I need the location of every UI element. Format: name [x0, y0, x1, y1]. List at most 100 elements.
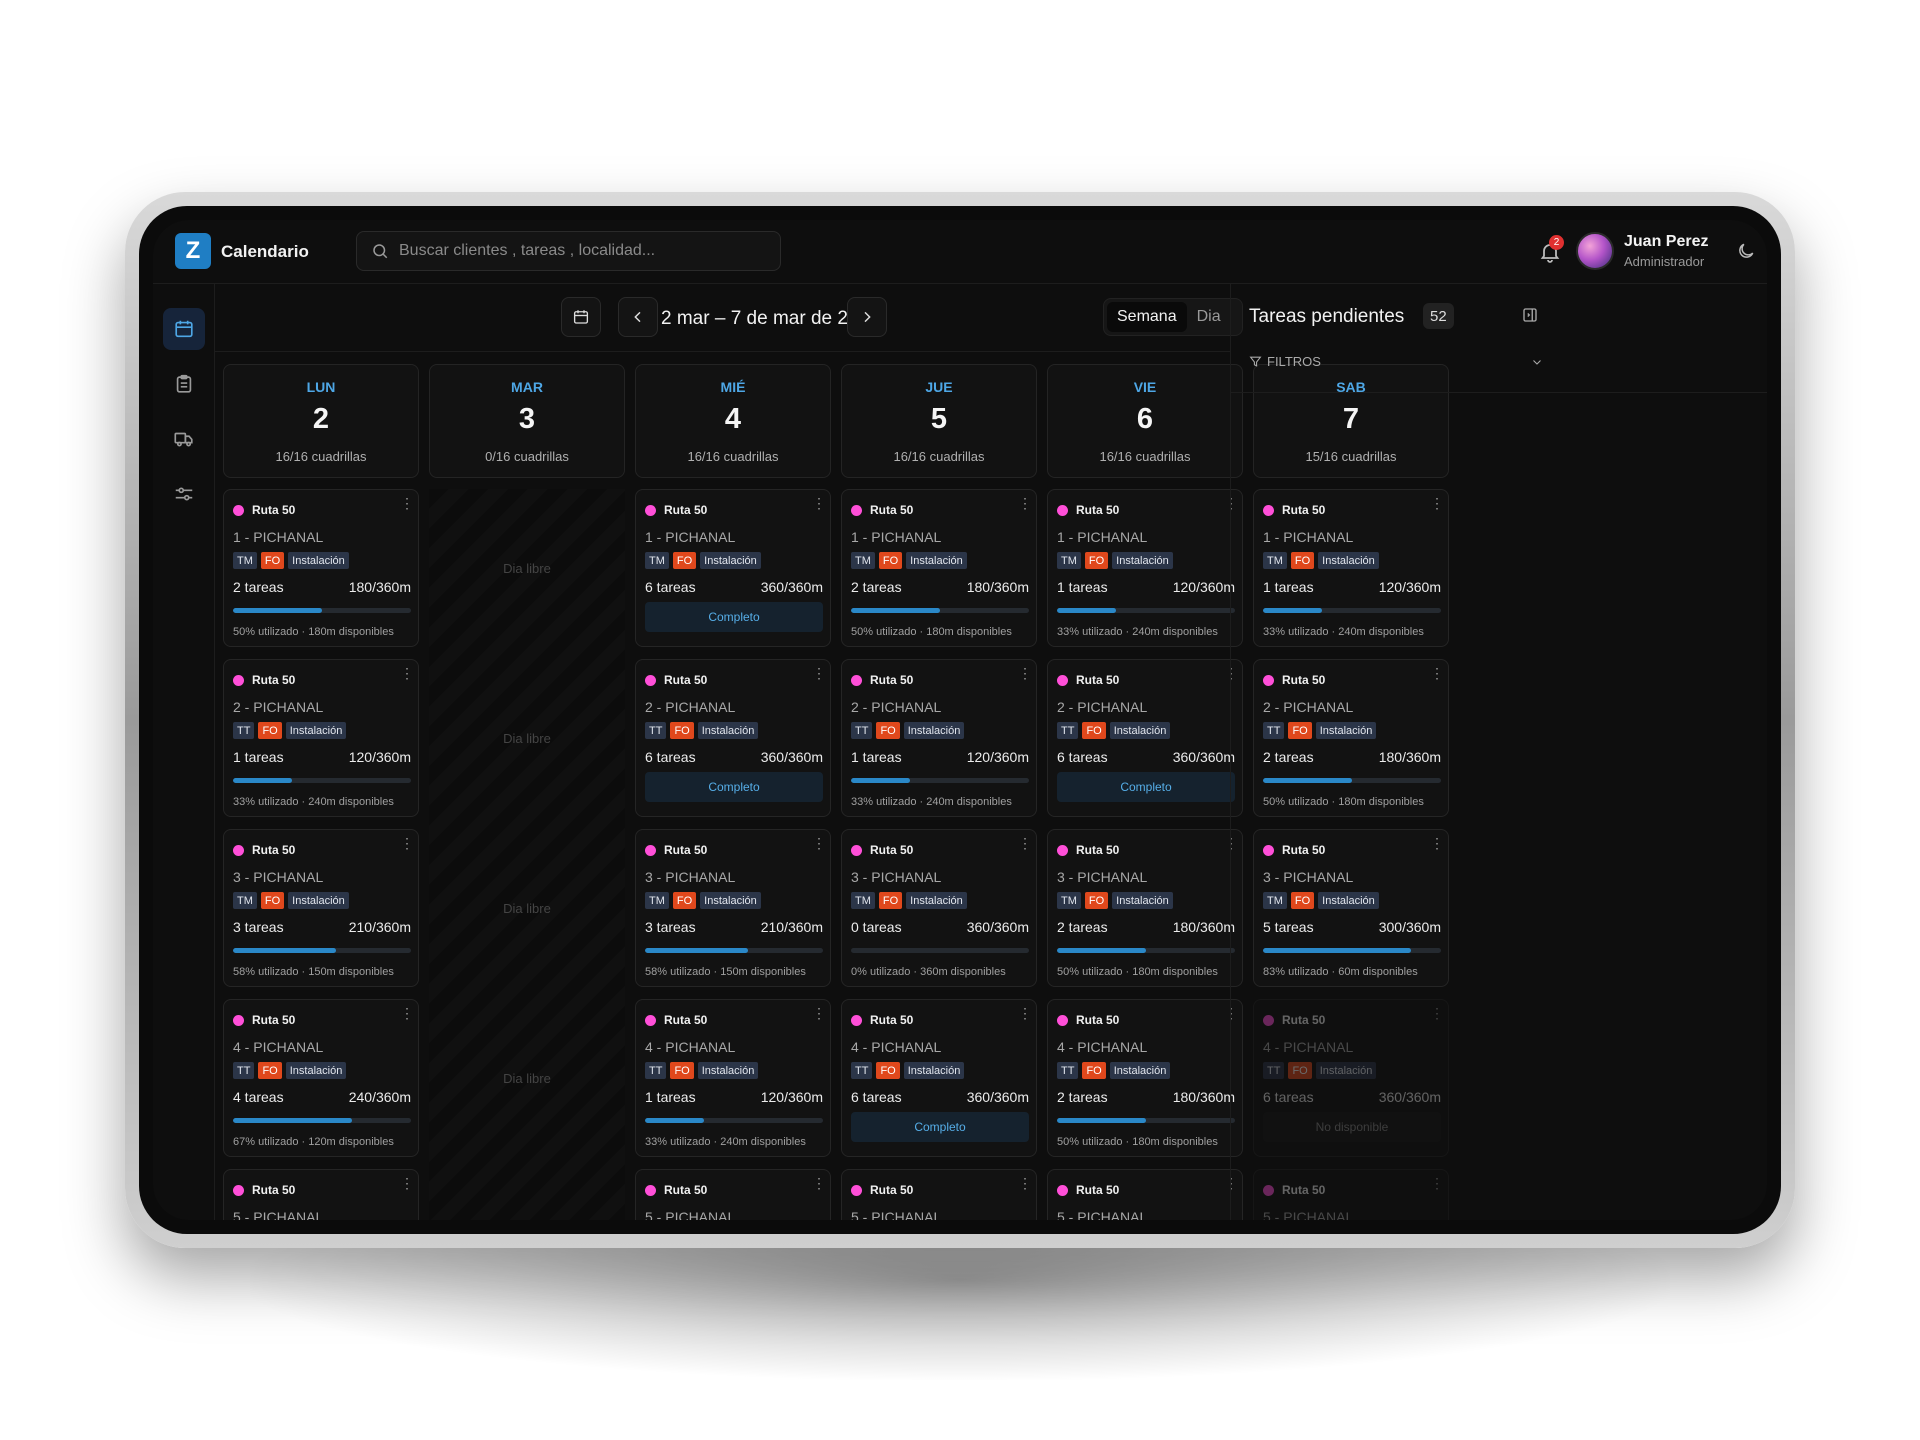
crew-card[interactable]: Ruta 50 ⋮ 1 - PICHANAL TM FO Instalación 2 tar…	[223, 489, 419, 647]
sidebar-item-vehicles[interactable]	[163, 418, 205, 460]
crew-card[interactable]: Ruta 50 ⋮ 4 - PICHANAL TT FO Instalación 4 tar…	[223, 999, 419, 1157]
day-header[interactable]: JUE 5 16/16 cuadrillas	[841, 364, 1037, 478]
crew-card[interactable]: Ruta 50 ⋮ 2 - PICHANAL TT FO Instalación 6 tar…	[1047, 659, 1243, 817]
chevron-left-icon	[634, 311, 641, 323]
crew-card[interactable]: Ruta 50 ⋮ 4 - PICHANAL TT FO Instalación 6 tar…	[841, 999, 1037, 1157]
user-name[interactable]: Juan Perez	[1624, 233, 1708, 251]
date-picker-button[interactable]	[561, 297, 601, 337]
crew-card[interactable]: Ruta 50⋮5 - PICHANALTMFOInstalación	[1047, 1169, 1243, 1220]
more-vertical-icon[interactable]: ⋮	[812, 836, 826, 850]
sidebar-item-tasks[interactable]	[163, 363, 205, 405]
more-vertical-icon[interactable]: ⋮	[812, 666, 826, 680]
route-color-dot	[645, 1185, 656, 1196]
day-header[interactable]: LUN 2 16/16 cuadrillas	[223, 364, 419, 478]
more-vertical-icon[interactable]: ⋮	[812, 1176, 826, 1190]
day-header[interactable]: VIE 6 16/16 cuadrillas	[1047, 364, 1243, 478]
route-color-dot	[645, 845, 656, 856]
crew-card[interactable]: Ruta 50 ⋮ 3 - PICHANAL TM FO Instalación 3 tar…	[635, 829, 831, 987]
more-vertical-icon[interactable]: ⋮	[1018, 836, 1032, 850]
service-tag: Instalación	[1109, 722, 1171, 739]
route-color-dot	[851, 1015, 862, 1026]
next-week-button[interactable]	[847, 297, 887, 337]
route-color-dot	[645, 505, 656, 516]
service-tag: Instalación	[903, 722, 965, 739]
more-vertical-icon[interactable]: ⋮	[1018, 1006, 1032, 1020]
day-number: 2	[312, 403, 330, 435]
sidebar-item-settings[interactable]	[163, 473, 205, 515]
task-count: 2 tareas	[233, 579, 284, 595]
chevron-down-icon[interactable]	[1531, 356, 1543, 368]
crew-card[interactable]: Ruta 50⋮5 - PICHANALTMFOInstalación	[223, 1169, 419, 1220]
crew-name: 3 - PICHANAL	[851, 869, 942, 885]
route-label: Ruta 50	[1076, 1013, 1120, 1027]
crew-tags: TT FO Instalación	[1057, 1062, 1171, 1079]
more-vertical-icon[interactable]: ⋮	[1018, 666, 1032, 680]
status-badge: Completo	[645, 602, 823, 632]
crew-card[interactable]: Ruta 50 ⋮ 3 - PICHANAL TM FO Instalación 0 tar…	[841, 829, 1037, 987]
capacity-minutes: 180/360m	[348, 579, 411, 595]
crew-card[interactable]: Ruta 50 ⋮ 1 - PICHANAL TM FO Instalación 6 tar…	[635, 489, 831, 647]
type-tag: FO	[1084, 552, 1109, 569]
status-badge: Completo	[1057, 772, 1235, 802]
search-input[interactable]	[399, 242, 759, 260]
crew-card[interactable]: Ruta 50 ⋮ 2 - PICHANAL TT FO Instalación 1 tar…	[223, 659, 419, 817]
crew-card[interactable]: Ruta 50 ⋮ 2 - PICHANAL TT FO Instalación 6 tar…	[635, 659, 831, 817]
crew-name: 5 - PICHANAL	[645, 1209, 736, 1220]
day-name: MIÉ	[720, 379, 746, 395]
sidebar-item-calendar[interactable]	[163, 308, 205, 350]
more-vertical-icon[interactable]: ⋮	[400, 666, 414, 680]
utilization-fill	[233, 948, 337, 953]
service-tag: Instalación	[697, 722, 759, 739]
crew-tags: TM FO Instalación	[233, 892, 349, 909]
search-box[interactable]	[356, 231, 781, 271]
crew-card[interactable]: Ruta 50 ⋮ 3 - PICHANAL TM FO Instalación 3 tar…	[223, 829, 419, 987]
crew-card[interactable]: Ruta 50 ⋮ 2 - PICHANAL TT FO Instalación 1 tar…	[841, 659, 1037, 817]
crew-card[interactable]: Ruta 50 ⋮ 4 - PICHANAL TT FO Instalación 1 tar…	[635, 999, 831, 1157]
utilization-text: 50% utilizado · 180m disponibles	[1057, 1136, 1218, 1148]
crew-card[interactable]: Ruta 50 ⋮ 4 - PICHANAL TT FO Instalación 2 tar…	[1047, 999, 1243, 1157]
view-day-button[interactable]: Dia	[1187, 302, 1231, 332]
crew-card[interactable]: Ruta 50 ⋮ 1 - PICHANAL TM FO Instalación 2 tar…	[841, 489, 1037, 647]
notification-badge: 2	[1549, 235, 1564, 250]
utilization-bar	[233, 778, 411, 783]
service-tag: Instalación	[285, 1062, 347, 1079]
more-vertical-icon[interactable]: ⋮	[400, 836, 414, 850]
filter-icon	[1249, 356, 1262, 367]
panel-divider	[1231, 392, 1767, 393]
app-logo[interactable]: Z	[175, 233, 211, 269]
crew-card[interactable]: Ruta 50 ⋮ 3 - PICHANAL TM FO Instalación 2 tar…	[1047, 829, 1243, 987]
prev-week-button[interactable]	[618, 297, 658, 337]
panel-collapse-icon[interactable]	[1521, 306, 1539, 324]
crew-card[interactable]: Ruta 50 ⋮ 1 - PICHANAL TM FO Instalación 1 tar…	[1047, 489, 1243, 647]
day-header[interactable]: MIÉ 4 16/16 cuadrillas	[635, 364, 831, 478]
crew-card[interactable]: Ruta 50⋮5 - PICHANALTMFOInstalación	[841, 1169, 1037, 1220]
day-column: JUE 5 16/16 cuadrillas Ruta 50 ⋮ 1 - PICHANAL…	[841, 364, 1037, 1220]
day-header[interactable]: MAR 3 0/16 cuadrillas	[429, 364, 625, 478]
capacity-minutes: 120/360m	[966, 749, 1029, 765]
route-label: Ruta 50	[1076, 673, 1120, 687]
capacity-minutes: 360/360m	[1172, 749, 1235, 765]
view-week-button[interactable]: Semana	[1107, 302, 1187, 332]
task-count: 6 tareas	[645, 749, 696, 765]
crew-card[interactable]: Ruta 50⋮5 - PICHANALTMFOInstalación	[635, 1169, 831, 1220]
more-vertical-icon[interactable]: ⋮	[1018, 1176, 1032, 1190]
utilization-text: 0% utilizado · 360m disponibles	[851, 966, 1006, 978]
utilization-text: 50% utilizado · 180m disponibles	[1057, 966, 1218, 978]
task-count: 1 tareas	[645, 1089, 696, 1105]
more-vertical-icon[interactable]: ⋮	[1018, 496, 1032, 510]
moon-icon[interactable]	[1736, 241, 1756, 261]
more-vertical-icon[interactable]: ⋮	[400, 496, 414, 510]
more-vertical-icon[interactable]: ⋮	[812, 1006, 826, 1020]
type-tag: FO	[672, 892, 697, 909]
shift-tag: TT	[233, 1062, 255, 1079]
crew-name: 2 - PICHANAL	[645, 699, 736, 715]
route-label: Ruta 50	[870, 843, 914, 857]
utilization-bar	[233, 1118, 411, 1123]
more-vertical-icon[interactable]: ⋮	[812, 496, 826, 510]
more-vertical-icon[interactable]: ⋮	[400, 1176, 414, 1190]
avatar[interactable]	[1576, 232, 1614, 270]
filters-toggle[interactable]: FILTROS	[1249, 354, 1321, 369]
shift-tag: TT	[851, 722, 873, 739]
panel-title: Tareas pendientes	[1249, 306, 1405, 327]
more-vertical-icon[interactable]: ⋮	[400, 1006, 414, 1020]
